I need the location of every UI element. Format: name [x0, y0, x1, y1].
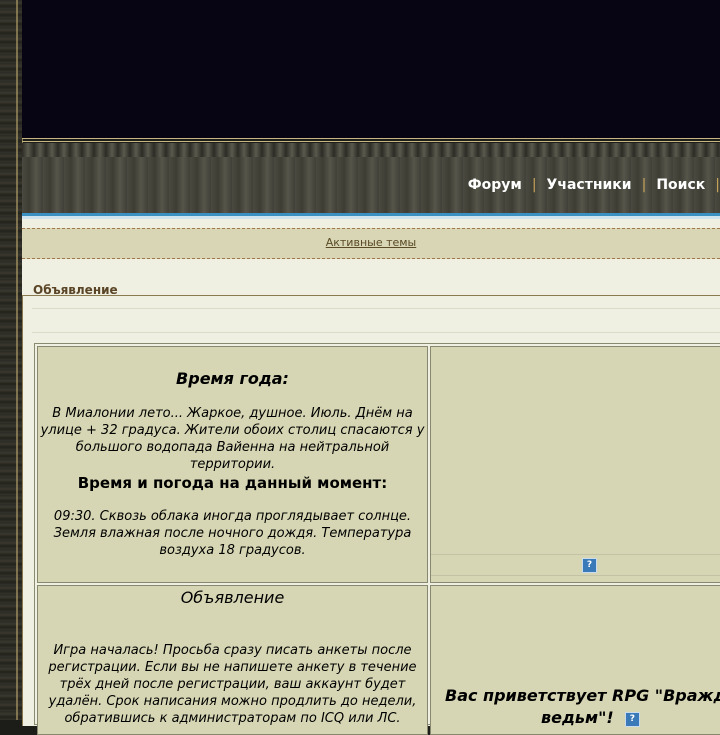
notice-text: Игра началась! Просьба сразу писать анке…: [48, 643, 417, 726]
weather-title: Время и погода на данный момент:: [77, 474, 388, 492]
divider: [32, 308, 720, 309]
header-rule: [22, 141, 720, 142]
nav-separator: |: [715, 177, 720, 193]
season-title: Время года:: [176, 369, 289, 388]
notice-title: Объявление: [180, 588, 285, 607]
nav-item-members[interactable]: Участники: [547, 177, 632, 193]
header-rule: [22, 138, 720, 139]
help-icon[interactable]: ?: [582, 558, 597, 573]
welcome-text-line2: ведьм"!: [541, 708, 614, 727]
divider: [431, 554, 720, 555]
season-text: В Миалонии лето... Жаркое, душное. Июль.…: [40, 406, 425, 472]
announcement-table: Время года: В Миалонии лето... Жаркое, д…: [34, 343, 720, 735]
weather-text: 09:30. Сквозь облака иногда проглядывает…: [53, 509, 412, 558]
nav-item-forum[interactable]: Форум: [468, 177, 522, 193]
left-decorative-border: [0, 0, 23, 720]
nav-menu: Форум | Участники | Поиск |: [468, 176, 720, 194]
notice-cell: Объявление Игра началась! Просьба сразу …: [37, 585, 428, 735]
active-topics-link[interactable]: Активные темы: [326, 236, 417, 249]
header-banner: [22, 0, 720, 138]
nav-separator: |: [531, 177, 537, 193]
welcome-text: Вас приветствует RPG "Вражд: [445, 686, 720, 705]
divider: [32, 332, 720, 333]
page-content: Активные темы Объявление Время года: В М…: [22, 219, 720, 735]
nav-item-search[interactable]: Поиск: [656, 177, 705, 193]
nav-separator: |: [641, 177, 647, 193]
divider: [431, 575, 720, 576]
welcome-cell: Вас приветствует RPG "Вражд ведьм"! ?: [430, 585, 720, 735]
image-cell: ?: [430, 346, 720, 583]
active-topics-bar: Активные темы: [22, 228, 720, 259]
season-cell: Время года: В Миалонии лето... Жаркое, д…: [37, 346, 428, 583]
